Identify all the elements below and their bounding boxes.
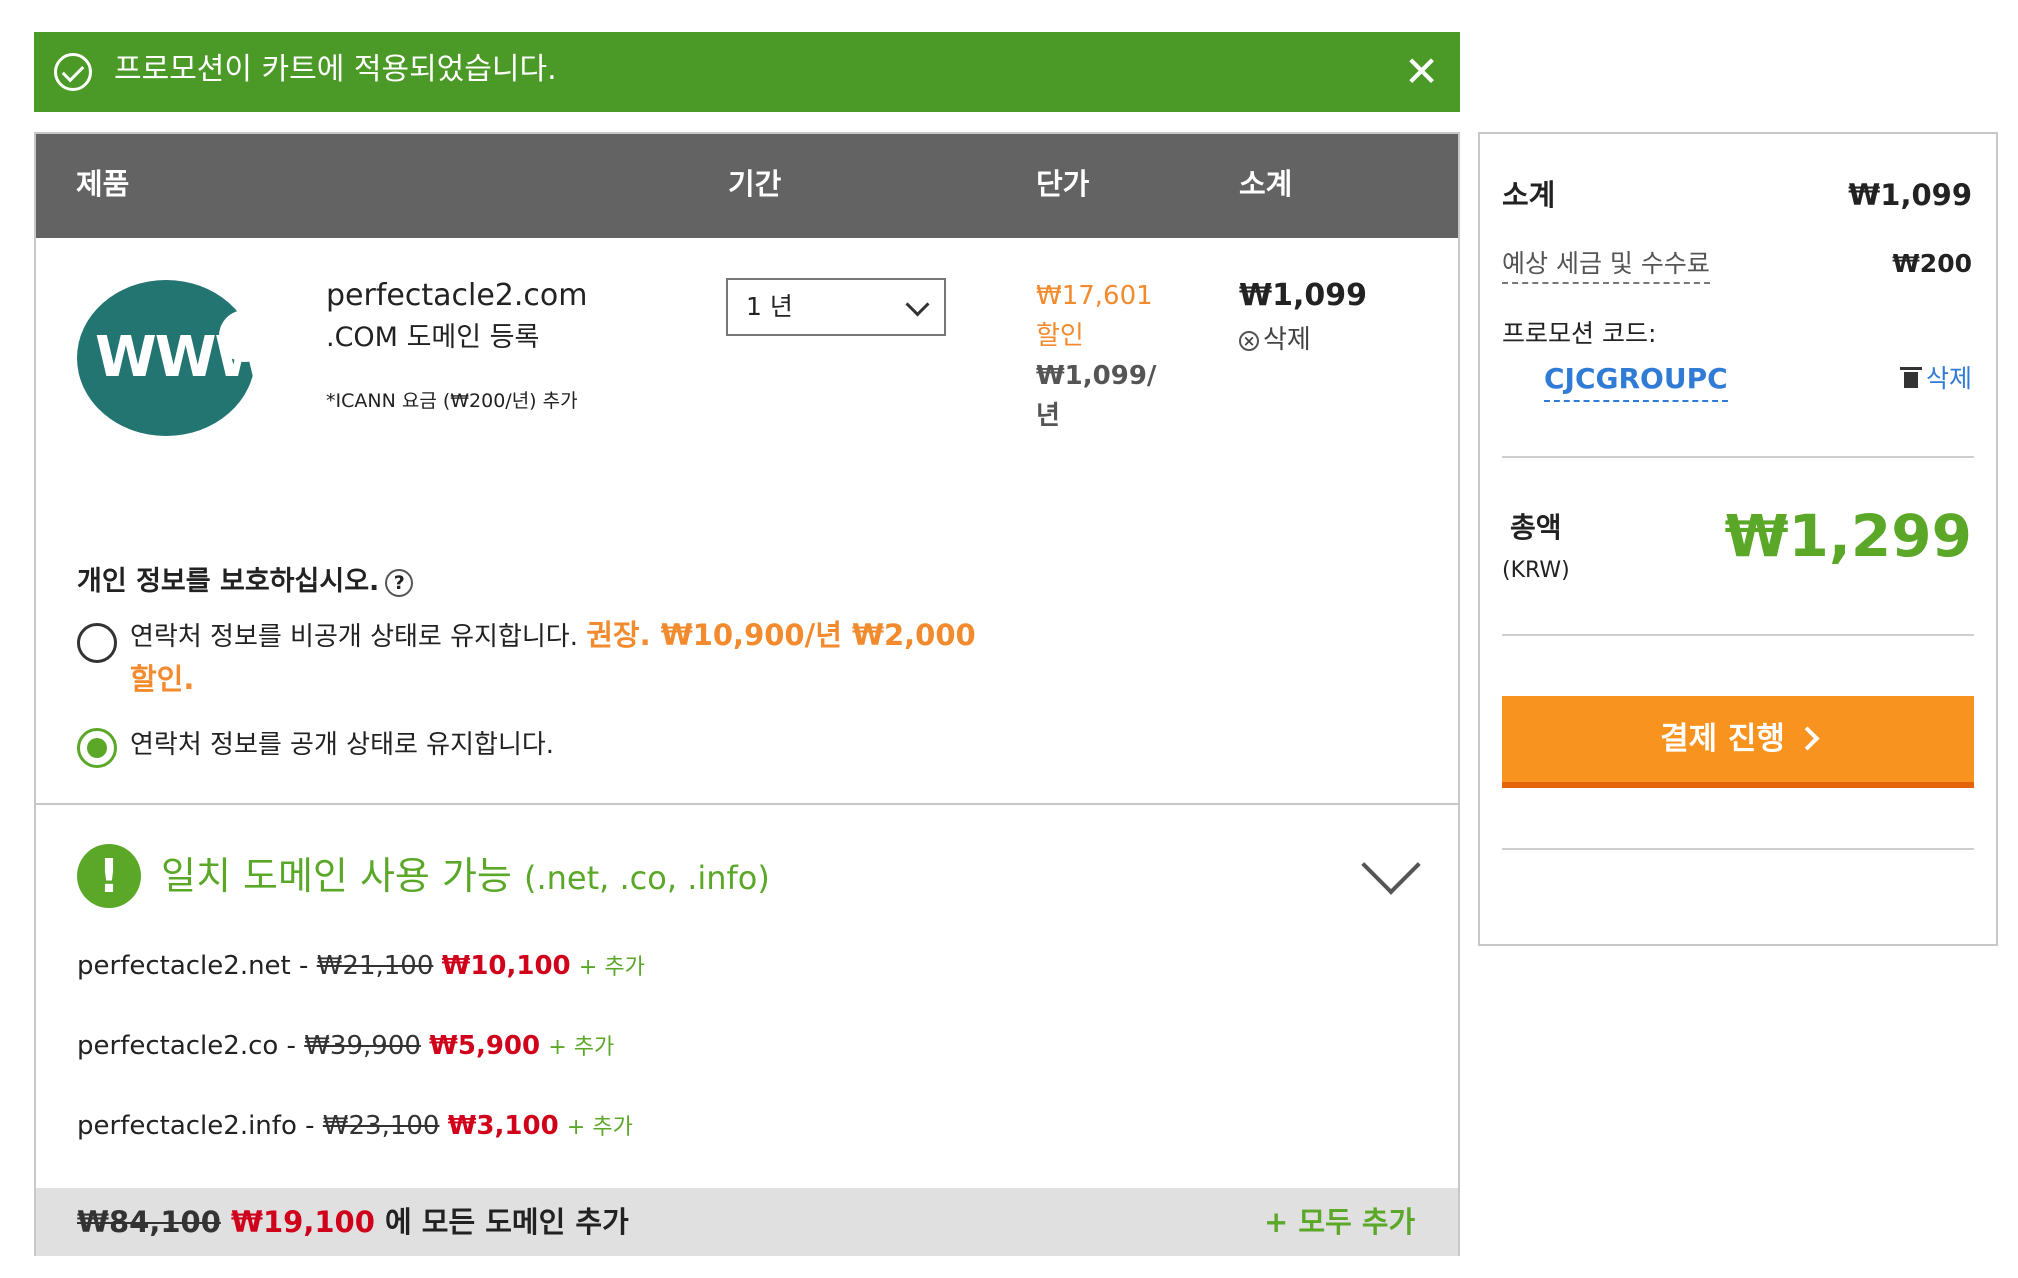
banner-message: 프로모션이 카트에 적용되었습니다. bbox=[114, 52, 557, 87]
summary-divider bbox=[1502, 848, 1974, 850]
item-unit-price: ₩1,099/년 bbox=[1036, 361, 1157, 431]
suggestion-row: perfectacle2.net - ₩21,100 ₩10,100 + 추가 bbox=[77, 951, 645, 981]
section-divider bbox=[36, 803, 1458, 805]
summary-subtotal-label: 소계 bbox=[1502, 178, 1556, 212]
cart-panel: 제품 기간 단가 소계 WWW perfectacle2.com .COM 도메… bbox=[34, 132, 1460, 1256]
bundle-text: ₩84,100 ₩19,100 에 모든 도메인 추가 bbox=[77, 1205, 629, 1239]
summary-total-label: 총액 bbox=[1510, 511, 1562, 544]
header-unit-price: 단가 bbox=[1036, 167, 1090, 201]
item-original-price: ₩17,601 bbox=[1036, 281, 1153, 311]
matching-domains-title: 일치 도메인 사용 가능 (.net, .co, .info) bbox=[161, 854, 770, 898]
item-discount-label: 할인 bbox=[1036, 321, 1084, 351]
summary-tax-label[interactable]: 예상 세금 및 수수료 bbox=[1502, 246, 1710, 284]
item-domain: perfectacle2.com bbox=[326, 278, 588, 313]
add-suggestion-button[interactable]: + 추가 bbox=[548, 1035, 614, 1060]
privacy-private-label[interactable]: 연락처 정보를 비공개 상태로 유지합니다. 권장. ₩10,900/년 ₩2,… bbox=[130, 614, 1010, 702]
chevron-right-icon bbox=[1795, 726, 1820, 751]
add-suggestion-button[interactable]: + 추가 bbox=[579, 955, 645, 980]
term-select-value: 1 년 bbox=[746, 292, 793, 321]
term-select[interactable]: 1 년 bbox=[726, 278, 946, 336]
summary-tax-value: ₩200 bbox=[1892, 249, 1972, 278]
header-product: 제품 bbox=[76, 167, 130, 201]
order-summary-panel: 소계 ₩1,099 예상 세금 및 수수료 ₩200 프로모션 코드: CJCG… bbox=[1478, 132, 1998, 946]
summary-divider bbox=[1502, 634, 1974, 636]
promo-code[interactable]: CJCGROUPC bbox=[1544, 358, 1728, 402]
check-circle-icon bbox=[54, 53, 92, 91]
suggestion-row: perfectacle2.co - ₩39,900 ₩5,900 + 추가 bbox=[77, 1031, 615, 1061]
summary-subtotal-value: ₩1,099 bbox=[1848, 178, 1972, 212]
checkout-button[interactable]: 결제 진행 bbox=[1502, 696, 1974, 788]
item-icann-note: *ICANN 요금 (₩200/년) 추가 bbox=[326, 390, 578, 412]
privacy-title: 개인 정보를 보호하십시오.? bbox=[77, 562, 414, 602]
www-icon: WWW bbox=[77, 280, 276, 436]
help-icon[interactable]: ? bbox=[385, 568, 414, 597]
header-term: 기간 bbox=[728, 167, 782, 201]
item-description: .COM 도메인 등록 bbox=[326, 322, 540, 353]
trash-icon bbox=[1899, 367, 1922, 388]
promo-delete-button[interactable]: 삭제 bbox=[1899, 358, 1972, 400]
summary-divider bbox=[1502, 456, 1974, 458]
suggestion-row: perfectacle2.info - ₩23,100 ₩3,100 + 추가 bbox=[77, 1111, 633, 1141]
summary-total-value: ₩1,299 bbox=[1724, 502, 1972, 570]
summary-currency: (KRW) bbox=[1502, 558, 1570, 583]
chevron-down-icon bbox=[905, 292, 930, 317]
promo-applied-banner: 프로모션이 카트에 적용되었습니다. ✕ bbox=[34, 32, 1460, 112]
add-suggestion-button[interactable]: + 추가 bbox=[567, 1115, 633, 1140]
bundle-bar: ₩84,100 ₩19,100 에 모든 도메인 추가 + 모두 추가 bbox=[36, 1188, 1458, 1256]
item-subtotal: ₩1,099 bbox=[1239, 278, 1367, 313]
close-icon[interactable]: ✕ bbox=[1404, 44, 1439, 100]
item-delete-button[interactable]: × 삭제 bbox=[1239, 320, 1311, 360]
chevron-down-icon[interactable] bbox=[1361, 835, 1421, 895]
remove-circle-icon: × bbox=[1239, 330, 1259, 351]
summary-promo-label: 프로모션 코드: bbox=[1502, 319, 1657, 348]
privacy-public-label[interactable]: 연락처 정보를 공개 상태로 유지합니다. bbox=[130, 724, 554, 766]
header-subtotal: 소계 bbox=[1239, 167, 1293, 201]
privacy-private-radio[interactable] bbox=[77, 623, 117, 663]
item-delete-label: 삭제 bbox=[1263, 325, 1311, 355]
exclamation-icon: ! bbox=[77, 844, 141, 908]
cart-table-header: 제품 기간 단가 소계 bbox=[36, 134, 1458, 238]
add-all-button[interactable]: + 모두 추가 bbox=[1264, 1200, 1415, 1244]
privacy-public-radio[interactable] bbox=[77, 728, 117, 768]
